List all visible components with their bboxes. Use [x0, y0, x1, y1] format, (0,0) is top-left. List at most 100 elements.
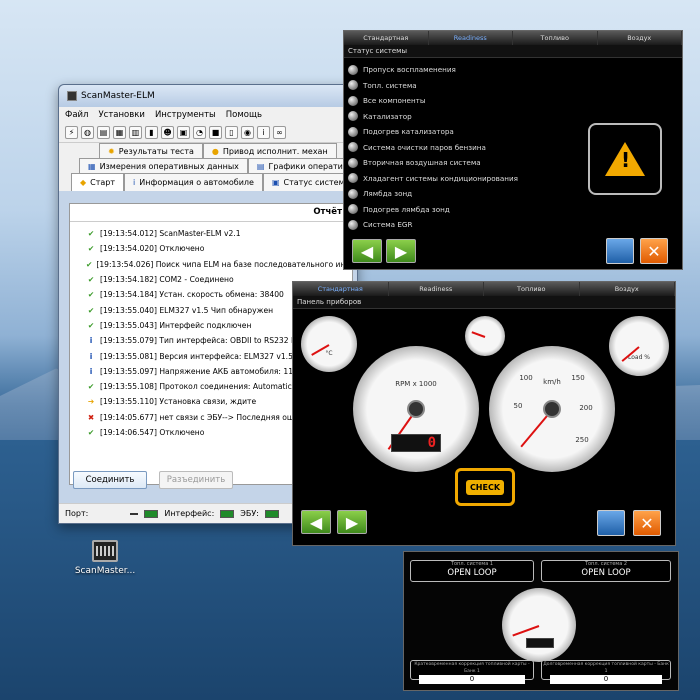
status-dot-icon [348, 111, 358, 122]
close-button[interactable]: ✕ [640, 238, 668, 264]
long-term-trim: Долговременная коррекция топливной карты… [541, 660, 671, 684]
status-dot-icon [348, 64, 358, 75]
link-icon[interactable]: ∞ [273, 126, 286, 139]
port-dash [130, 512, 139, 515]
clipboard-icon[interactable]: ▣ [177, 126, 190, 139]
small-gauge [465, 316, 505, 356]
menu-file[interactable]: Файл [65, 110, 88, 120]
monitor-button[interactable] [606, 238, 634, 264]
check-icon: ✔ [87, 428, 95, 437]
status-item: Топл. система [344, 78, 682, 94]
log-text: [19:13:55.108] Протокол соединения: Auto… [100, 382, 292, 392]
wheel-icon[interactable]: ◉ [241, 126, 254, 139]
tabs-row-3: ◆ Старт i Информация о автомобиле ▣ Статус … [59, 173, 360, 191]
ecu-led [264, 509, 279, 518]
status-item-label: Хладагент системы кондиционирования [363, 173, 518, 183]
status-dot-icon [348, 126, 358, 137]
tick-150: 150 [571, 374, 585, 382]
desktop-shortcut[interactable]: ScanMaster... [72, 540, 138, 576]
check-icon: ✔ [87, 382, 95, 392]
close-button[interactable]: ✕ [633, 510, 661, 536]
title-bar[interactable]: ScanMaster-ELM [59, 85, 357, 107]
button-row: Соединить Разъединить [73, 471, 233, 489]
port-led [144, 509, 159, 518]
load-gauge: Load % [609, 316, 669, 376]
next-arrow-button[interactable]: ▶ [337, 510, 367, 534]
menu-help[interactable]: Помощь [226, 110, 262, 120]
grid-icon[interactable]: ▦ [113, 126, 126, 139]
tab-live-data[interactable]: ▦ Измерения оперативных данных [79, 158, 248, 173]
log-text: [19:13:55.079] Тип интерфейса: OBDII to … [100, 336, 306, 346]
log-text: [19:13:55.081] Версия интерфейса: ELM327… [100, 351, 293, 361]
menu-bar: Файл Установки Инструменты Помощь [59, 107, 357, 123]
disconnect-button[interactable]: Разъединить [159, 471, 233, 489]
ecu-label: ЭБУ: [240, 509, 259, 518]
monitor-button[interactable] [597, 510, 625, 536]
tab-readiness[interactable]: Readiness [389, 282, 484, 296]
info-icon[interactable]: i [257, 126, 270, 139]
tab-standard[interactable]: Стандартная [344, 31, 429, 45]
status-item: Пропуск воспламенения [344, 62, 682, 78]
desktop-shortcut-label: ScanMaster... [74, 566, 136, 576]
menu-tools[interactable]: Инструменты [155, 110, 216, 120]
error-icon: ✖ [87, 412, 95, 422]
menu-settings[interactable]: Установки [98, 110, 144, 120]
dashboard-panel: Стандартная Readiness Топливо Воздух Пан… [292, 281, 676, 546]
status-item: Подогрев лямбда зонд [344, 202, 682, 218]
rpm-readout: 0 [391, 434, 441, 452]
tabs-row-1: ✹ Результаты теста ● Привод исполнит. меха… [59, 143, 357, 158]
status-item-label: Система EGR [363, 220, 413, 230]
short-term-trim: Кратковременная коррекция топливной карт… [410, 660, 534, 684]
gauge-icon[interactable]: ◔ [193, 126, 206, 139]
tick-200: 200 [579, 404, 593, 412]
grid-icon: ▦ [88, 161, 96, 171]
tab-fuel[interactable]: Топливо [484, 282, 580, 296]
status-dot-icon [348, 204, 358, 215]
table-icon[interactable]: ▥ [129, 126, 142, 139]
log-text: [19:13:54.020] Отключено [100, 244, 205, 254]
interface-label: Интерфейс: [164, 509, 215, 518]
window-title: ScanMaster-ELM [81, 91, 155, 101]
report-heading: Отчёт [70, 204, 352, 222]
warning-box: ! [588, 123, 662, 195]
log-text: [19:14:06.547] Отключено [100, 428, 205, 437]
tab-vehicle-info[interactable]: i Информация о автомобиле [124, 173, 263, 191]
log-text: [19:13:54.026] Поиск чипа ELM на базе по… [96, 259, 352, 269]
check-icon: ✔ [87, 320, 95, 330]
log-text: [19:13:55.043] Интерфейс подключен [100, 320, 252, 330]
tab-readiness[interactable]: Readiness [429, 31, 513, 45]
status-dot-icon [348, 188, 358, 199]
document-icon[interactable]: ▤ [97, 126, 110, 139]
fuel-gauge [502, 588, 576, 662]
status-dot-icon [348, 142, 358, 153]
tabs-row-2: ▦ Измерения оперативных данных ▤ Графики о… [59, 158, 373, 173]
tab-standard[interactable]: Стандартная [293, 282, 389, 296]
status-item: Катализатор [344, 109, 682, 125]
chart-icon[interactable]: ▮ [145, 126, 158, 139]
globe-icon[interactable]: ◍ [81, 126, 94, 139]
check-engine-icon: CHECK [455, 468, 515, 506]
prev-arrow-button[interactable]: ◀ [301, 510, 331, 534]
status-dot-icon [348, 173, 358, 184]
prev-arrow-button[interactable]: ◀ [352, 239, 382, 263]
next-arrow-button[interactable]: ▶ [386, 239, 416, 263]
status-item-label: Все компоненты [363, 96, 426, 106]
terminal-icon[interactable]: ■ [209, 126, 222, 139]
battery-icon[interactable]: ▯ [225, 126, 238, 139]
connect-button[interactable]: Соединить [73, 471, 147, 489]
dash-subtitle: Панель приборов [293, 296, 675, 309]
tab-actuator[interactable]: ● Привод исполнит. механ [202, 143, 337, 158]
status-dot-icon [348, 219, 358, 230]
connect-icon[interactable]: ⚡ [65, 126, 78, 139]
status-dot-icon [348, 80, 358, 91]
fuel-system-1: Топл. система 1 OPEN LOOP [410, 560, 534, 582]
tab-test-results[interactable]: ✹ Результаты теста [99, 143, 203, 158]
user-icon[interactable]: ☻ [161, 126, 174, 139]
tab-air[interactable]: Воздух [598, 31, 682, 45]
status-item: Система EGR [344, 217, 682, 233]
tab-start[interactable]: ◆ Старт [71, 173, 125, 191]
tab-air[interactable]: Воздух [580, 282, 675, 296]
tab-fuel[interactable]: Топливо [513, 31, 598, 45]
status-dot-icon [348, 95, 358, 106]
status-item-label: Вторичная воздушная система [363, 158, 481, 168]
